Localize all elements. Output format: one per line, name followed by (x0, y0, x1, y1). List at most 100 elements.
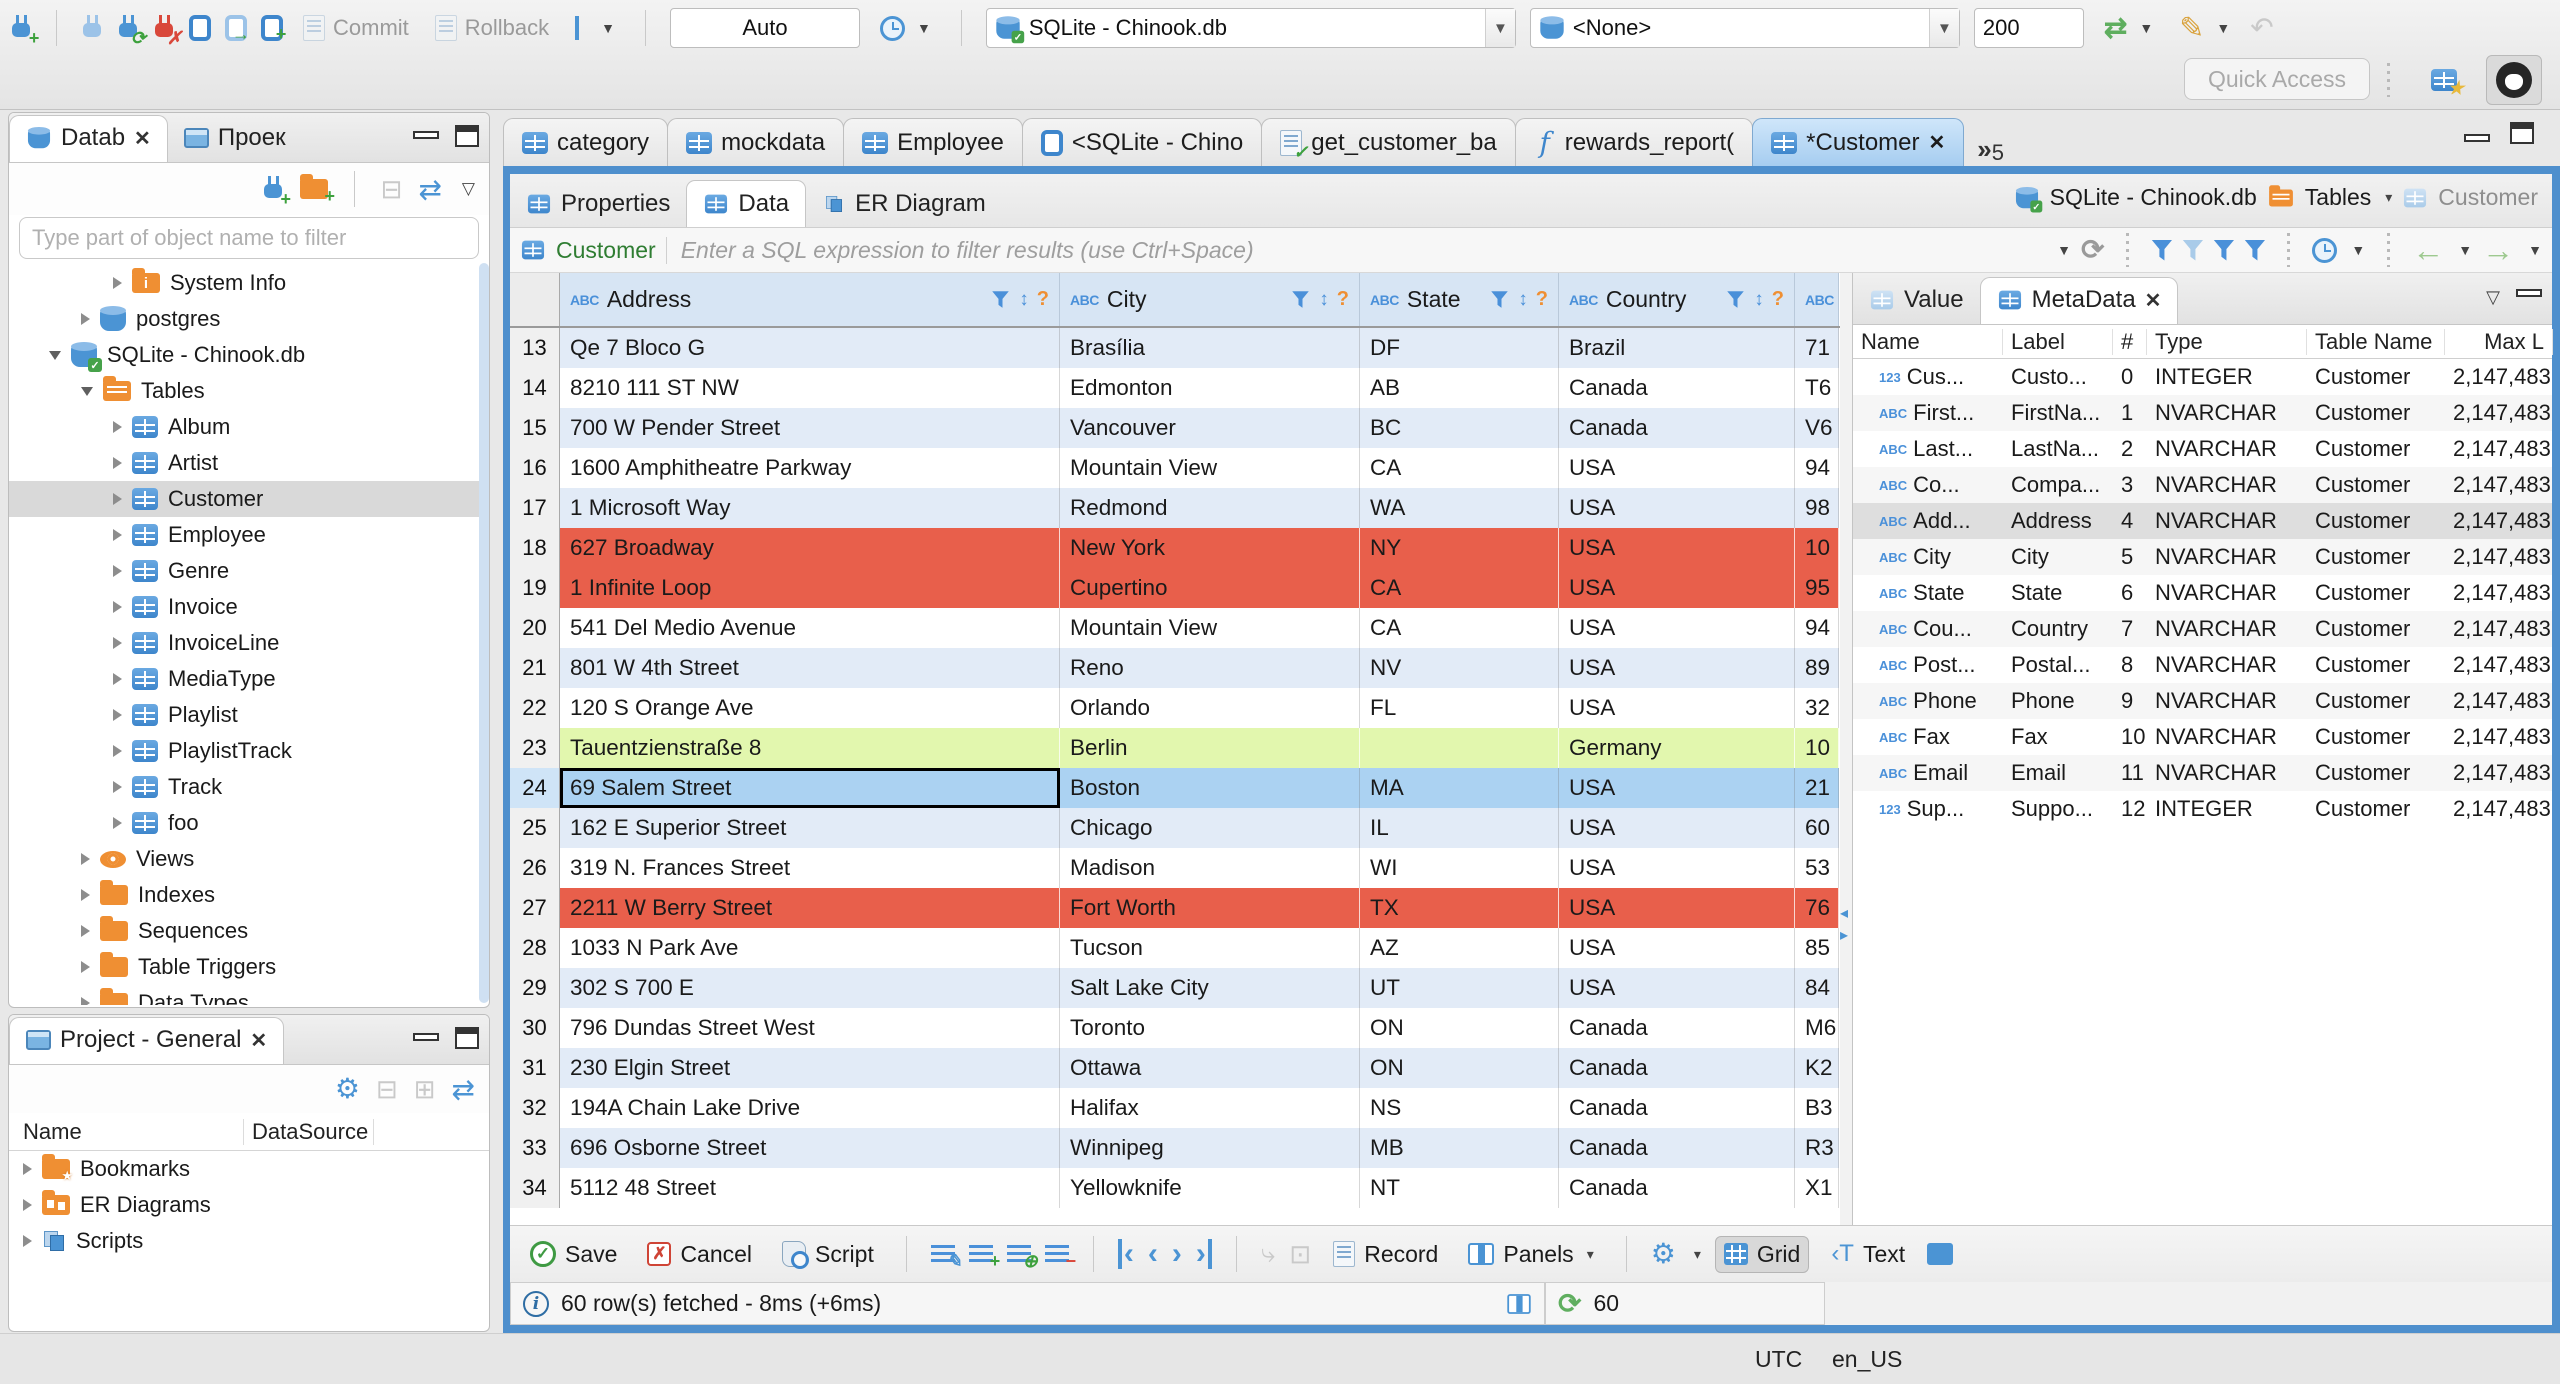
nav-back-icon[interactable]: ← (2412, 232, 2444, 269)
grid-cell[interactable]: 700 W Pender Street (560, 408, 1060, 448)
grid-cell[interactable]: Mountain View (1060, 608, 1360, 648)
row-number[interactable]: 30 (510, 1008, 560, 1048)
tree-expand-icon[interactable] (81, 925, 90, 937)
save-button[interactable]: ✓ Save (522, 1237, 625, 1272)
filter-funnel-icon[interactable] (992, 291, 1010, 308)
previous-row-icon[interactable]: ‹ (1148, 1239, 1158, 1269)
row-number[interactable]: 23 (510, 728, 560, 768)
minimize-icon[interactable] (413, 131, 439, 139)
filter-expression-input[interactable]: Enter a SQL expression to filter results… (665, 236, 2043, 264)
grid-cell[interactable]: USA (1559, 768, 1795, 808)
tree-expand-icon[interactable] (113, 493, 122, 505)
row-number[interactable]: 17 (510, 488, 560, 528)
grid-cell[interactable]: Yellowknife (1060, 1168, 1360, 1208)
grid-cell[interactable]: Fort Worth (1060, 888, 1360, 928)
edit-row-icon[interactable]: ✎ (930, 1244, 962, 1270)
grid-cell[interactable]: 1 Infinite Loop (560, 568, 1060, 608)
tree-expand-icon[interactable] (113, 745, 122, 757)
navigator-filter-input[interactable]: Type part of object name to filter (19, 217, 479, 259)
grid-cell[interactable]: 95 (1795, 568, 1839, 608)
column-header-datasource[interactable]: DataSource (244, 1118, 374, 1145)
metadata-row[interactable]: ABC Last... LastNa... 2 NVARCHAR Customer 2,14… (1853, 431, 2552, 467)
first-row-icon[interactable]: ‹ (1117, 1239, 1134, 1269)
grid-cell[interactable]: 21 (1795, 768, 1839, 808)
grid-cell[interactable]: USA (1559, 488, 1795, 528)
tree-item-sqlite-chinook-db[interactable]: SQLite - Chinook.db (9, 337, 489, 373)
metadata-row[interactable]: 123 Sup... Suppo... 12 INTEGER Customer 2,147,… (1853, 791, 2552, 827)
grid-cell[interactable]: DF (1360, 328, 1559, 368)
tree-expand-icon[interactable] (113, 709, 122, 721)
metadata-row[interactable]: ABC Cou... Country 7 NVARCHAR Customer 2,147,4… (1853, 611, 2552, 647)
row-number[interactable]: 18 (510, 528, 560, 568)
gear-icon[interactable]: ⚙ (335, 1075, 360, 1103)
grid-cell[interactable]: 53 (1795, 848, 1839, 888)
grid-cell[interactable]: USA (1559, 808, 1795, 848)
grid-cell[interactable]: 627 Broadway (560, 528, 1060, 568)
metadata-row[interactable]: ABC Post... Postal... 8 NVARCHAR Customer 2,14… (1853, 647, 2552, 683)
grid-cell[interactable]: MB (1360, 1128, 1559, 1168)
refresh-dropdown[interactable]: ⇄ ▼ (2098, 10, 2159, 46)
grid-cell[interactable]: Canada (1559, 1008, 1795, 1048)
link-with-editor-icon[interactable]: ⇄ (418, 173, 441, 206)
script-button[interactable]: Script (774, 1237, 882, 1272)
filter-history-dropdown-icon[interactable]: ▼ (2057, 242, 2071, 258)
commit-button[interactable]: Commit (297, 11, 415, 45)
column-header-city[interactable]: ABC City ↕? (1060, 273, 1360, 326)
metadata-row[interactable]: ABC Fax Fax 10 NVARCHAR Customer 2,147,483 (1853, 719, 2552, 755)
tab-overflow-indicator[interactable]: » 5 (1963, 136, 2004, 166)
row-number[interactable]: 22 (510, 688, 560, 728)
tree-collapse-icon[interactable] (81, 386, 93, 396)
metadata-row[interactable]: ABC Phone Phone 9 NVARCHAR Customer 2,147,483 (1853, 683, 2552, 719)
grid-cell[interactable]: 302 S 700 E (560, 968, 1060, 1008)
tree-expand-icon[interactable] (81, 313, 90, 325)
meta-column-header-table-name[interactable]: Table Name (2307, 328, 2445, 355)
tree-item-sequences[interactable]: Sequences (9, 913, 489, 949)
tree-item-artist[interactable]: Artist (9, 445, 489, 481)
row-number[interactable]: 33 (510, 1128, 560, 1168)
highlight-dropdown[interactable]: ✎ ▼ (2173, 7, 2236, 50)
tab-database-navigator[interactable]: Datab ✕ (9, 115, 168, 162)
grid-cell[interactable]: USA (1559, 448, 1795, 488)
grid-cell[interactable]: 8210 111 ST NW (560, 368, 1060, 408)
tree-expand-icon[interactable] (23, 1199, 32, 1211)
grid-cell[interactable]: Cupertino (1060, 568, 1360, 608)
grid-cell[interactable]: AZ (1360, 928, 1559, 968)
column-header-partial[interactable]: ABC (1795, 273, 1839, 326)
meta-column-header--[interactable]: # (2113, 328, 2147, 355)
grid-cell[interactable]: NS (1360, 1088, 1559, 1128)
meta-column-header-name[interactable]: Name (1853, 328, 2003, 355)
cancel-button[interactable]: ✗ Cancel (639, 1237, 760, 1272)
grid-cell[interactable]: NY (1360, 528, 1559, 568)
tree-item-invoiceline[interactable]: InvoiceLine (9, 625, 489, 661)
grid-cell[interactable]: X1 (1795, 1168, 1839, 1208)
duplicate-row-icon[interactable]: ⊕ (1006, 1244, 1038, 1270)
grid-cell[interactable]: CA (1360, 608, 1559, 648)
tab-er-diagram[interactable]: ER Diagram (806, 180, 1002, 227)
tree-item-mediatype[interactable]: MediaType (9, 661, 489, 697)
tree-item-foo[interactable]: foo (9, 805, 489, 841)
record-button[interactable]: Record (1325, 1237, 1446, 1272)
grid-cell[interactable]: 230 Elgin Street (560, 1048, 1060, 1088)
grid-cell[interactable]: Tauentzienstraße 8 (560, 728, 1060, 768)
grid-cell[interactable]: ON (1360, 1008, 1559, 1048)
grid-cell[interactable]: USA (1559, 928, 1795, 968)
grid-cell[interactable]: 162 E Superior Street (560, 808, 1060, 848)
tab-data[interactable]: Data (686, 180, 807, 227)
transaction-log-dropdown[interactable]: ▼ (874, 12, 937, 45)
close-icon[interactable]: ✕ (1929, 130, 1946, 155)
view-menu-icon[interactable]: ▽ (462, 179, 475, 199)
row-number[interactable]: 16 (510, 448, 560, 488)
editor-tab-mockdata[interactable]: mockdata (667, 118, 845, 166)
grid-cell[interactable]: CA (1360, 568, 1559, 608)
column-header-state[interactable]: ABC State ↕? (1360, 273, 1559, 326)
tree-expand-icon[interactable] (23, 1163, 32, 1175)
reconnect-icon[interactable]: ⟳ (117, 15, 146, 47)
minimize-icon[interactable] (2516, 289, 2542, 297)
grid-cell[interactable]: 60 (1795, 808, 1839, 848)
breadcrumb-container[interactable]: Tables (2305, 184, 2371, 211)
grid-cell[interactable]: USA (1559, 608, 1795, 648)
tree-item-track[interactable]: Track (9, 769, 489, 805)
grid-cell[interactable]: USA (1559, 968, 1795, 1008)
grid-cell[interactable]: BC (1360, 408, 1559, 448)
tree-item-customer[interactable]: Customer (9, 481, 489, 517)
